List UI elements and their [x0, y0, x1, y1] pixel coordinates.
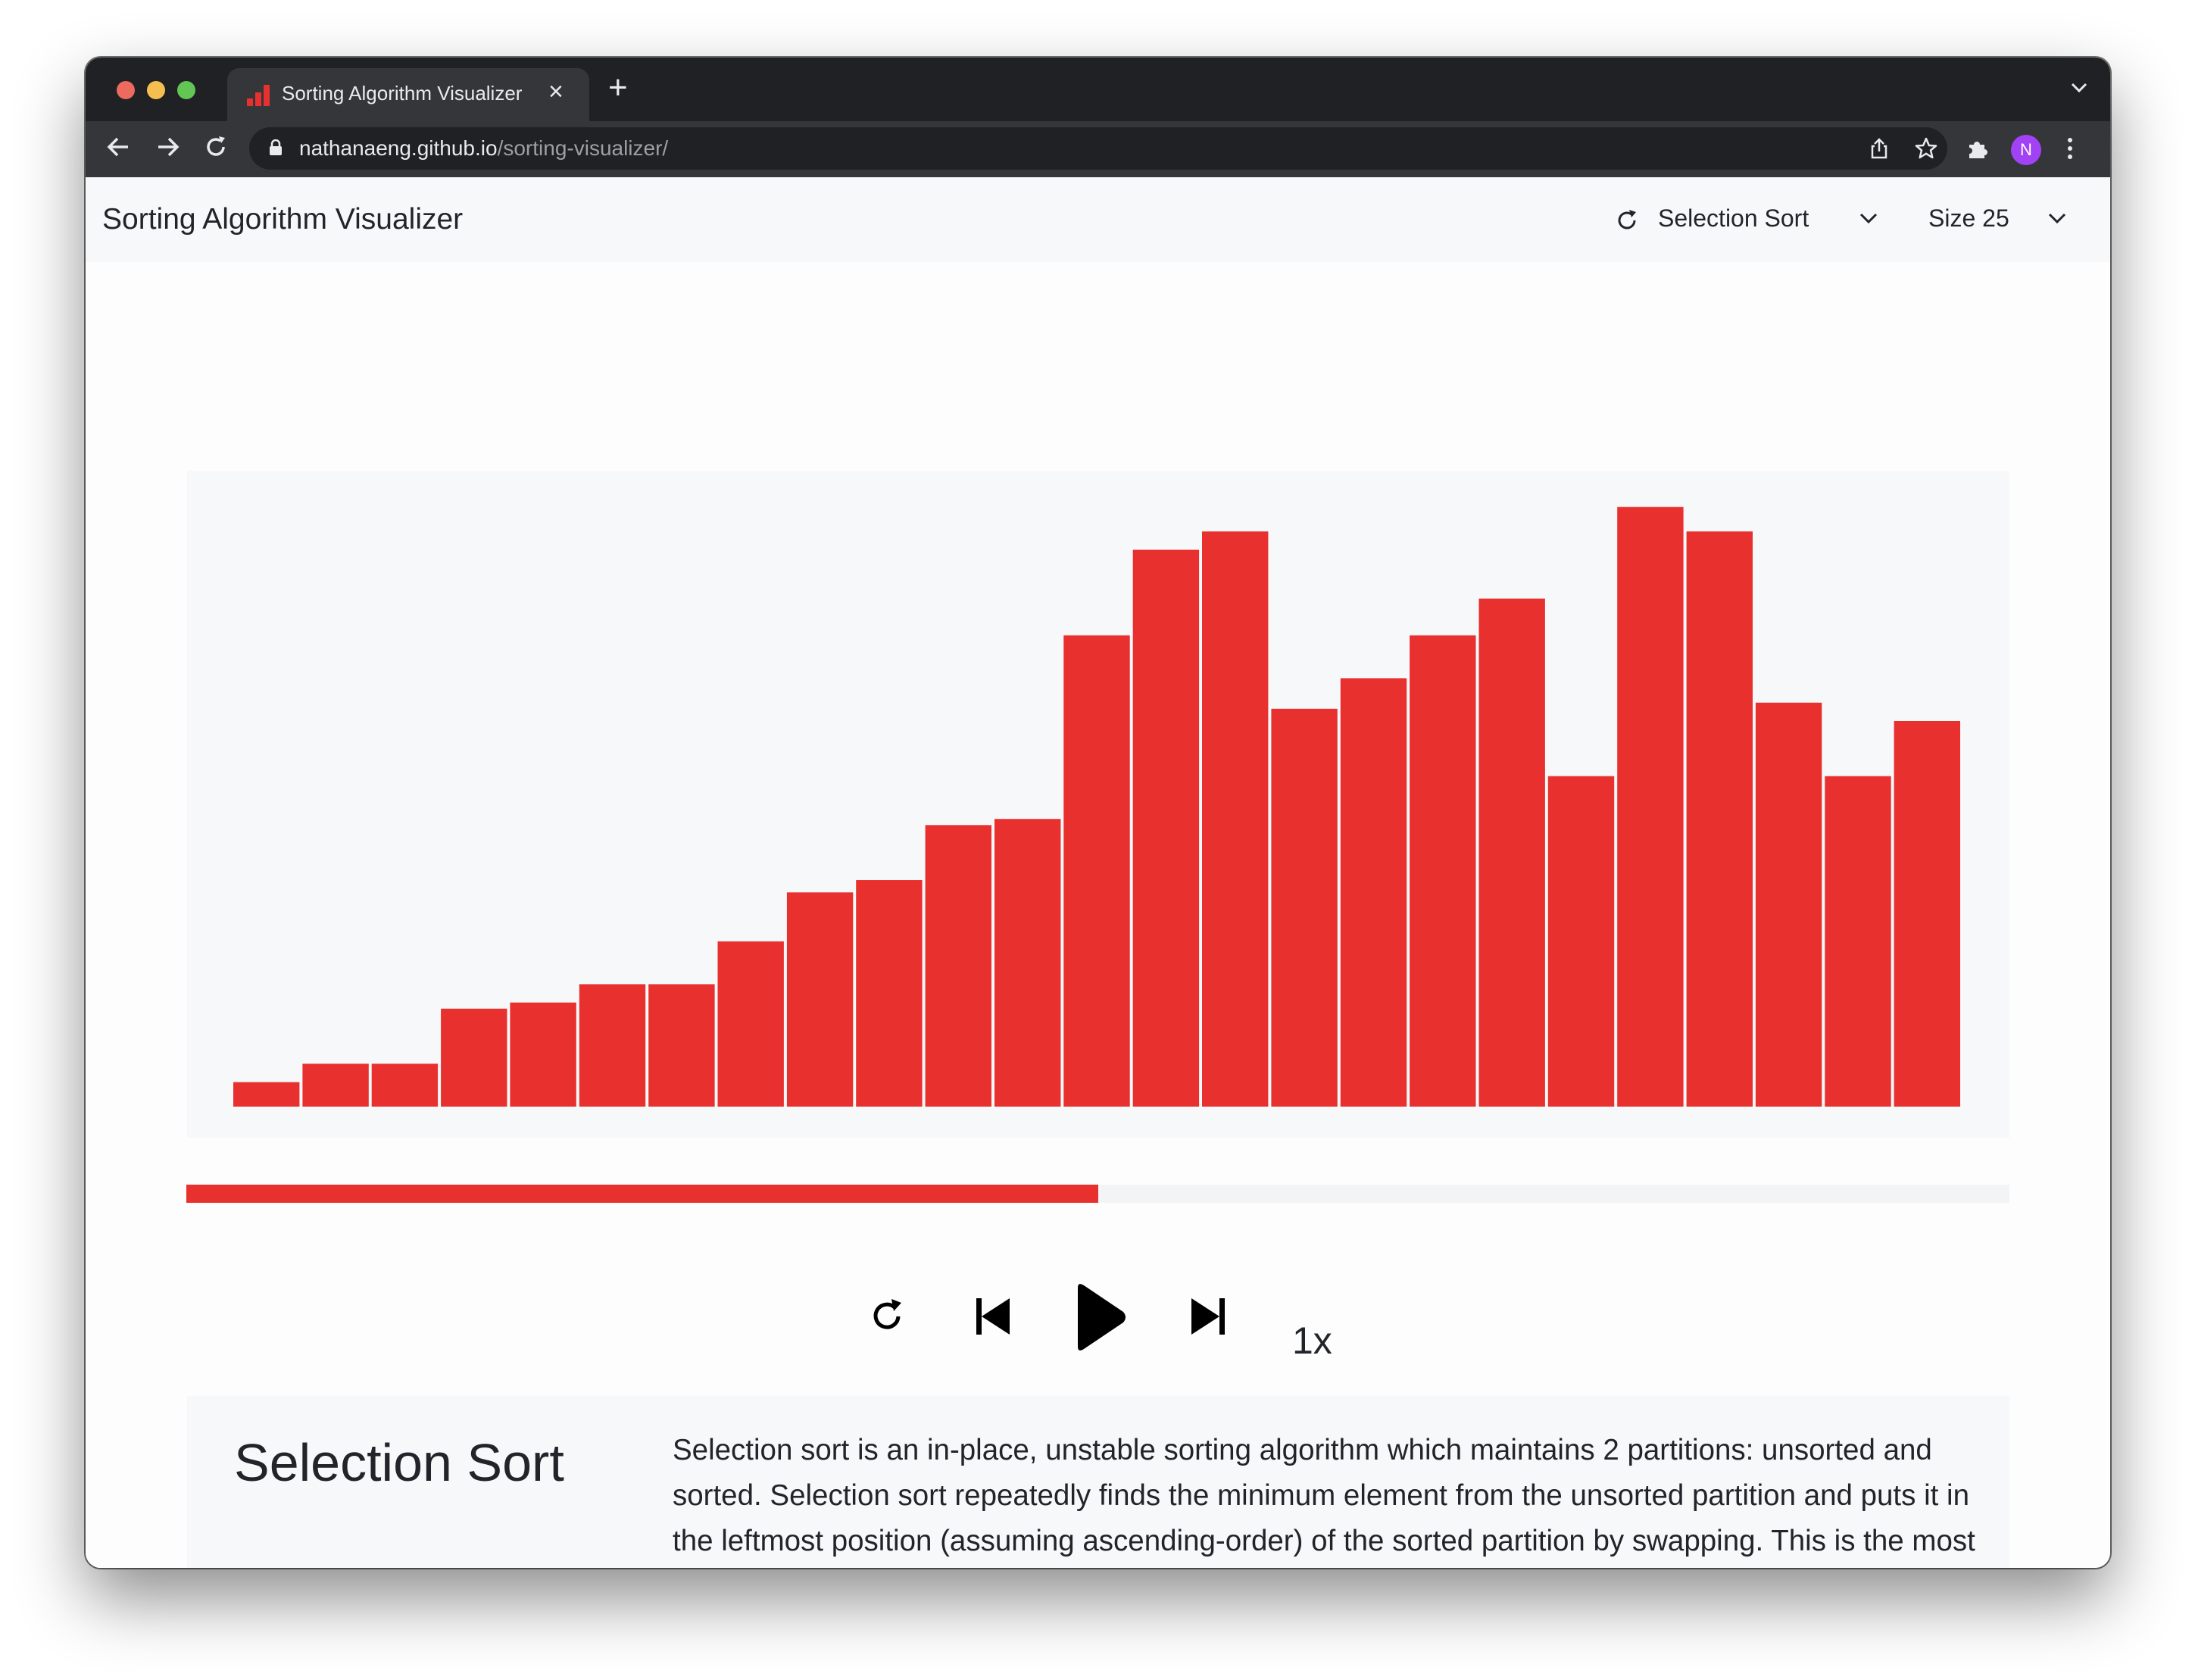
array-bar — [441, 1008, 507, 1107]
chart-canvas — [233, 507, 1960, 1107]
playback-speed-button[interactable]: 1x — [1292, 1319, 1332, 1363]
url-path: /sorting-visualizer/ — [497, 136, 669, 160]
browser-tab[interactable]: Sorting Algorithm Visualizer × — [227, 68, 589, 121]
algorithm-select-value: Selection Sort — [1658, 205, 1809, 232]
array-bar-chart — [187, 471, 2009, 1138]
app-navbar: Sorting Algorithm Visualizer Selection S… — [86, 177, 2110, 262]
new-tab-icon[interactable]: + — [608, 71, 628, 105]
url-text: nathanaeng.github.io/sorting-visualizer/ — [299, 136, 668, 161]
array-bar — [925, 825, 991, 1107]
array-bar — [1132, 549, 1200, 1107]
algorithm-info-panel: Selection Sort Selection sort is an in-p… — [187, 1396, 2009, 1568]
array-bar — [648, 984, 715, 1107]
browser-menu-icon[interactable] — [2064, 136, 2076, 161]
array-bar — [510, 1002, 576, 1107]
reload-icon[interactable] — [201, 132, 231, 162]
array-bar — [717, 941, 784, 1107]
bookmark-star-icon[interactable] — [1914, 136, 1938, 161]
array-bar — [233, 1082, 300, 1107]
browser-window: Sorting Algorithm Visualizer × + nathana… — [86, 58, 2110, 1568]
browser-toolbar: nathanaeng.github.io/sorting-visualizer/… — [86, 121, 2110, 177]
forward-arrow-icon[interactable] — [152, 132, 183, 162]
progress-fill — [186, 1185, 1098, 1203]
tab-search-chevron-icon[interactable] — [2069, 80, 2089, 95]
array-bar — [1825, 776, 1891, 1107]
page-content: Sorting Algorithm Visualizer Selection S… — [86, 177, 2110, 1568]
minimize-window-button[interactable] — [147, 81, 165, 99]
array-bar — [994, 819, 1061, 1107]
url-host: nathanaeng.github.io — [299, 136, 498, 160]
array-bar — [1547, 776, 1615, 1107]
array-bar — [1063, 635, 1130, 1107]
array-bar — [579, 984, 646, 1107]
step-back-icon[interactable] — [972, 1295, 1017, 1338]
array-bar — [1271, 708, 1338, 1107]
close-window-button[interactable] — [117, 81, 135, 99]
play-icon[interactable] — [1070, 1283, 1131, 1351]
progress-bar[interactable] — [186, 1185, 2009, 1203]
close-tab-icon[interactable]: × — [548, 79, 564, 105]
back-arrow-icon[interactable] — [104, 132, 134, 162]
array-bar — [1894, 721, 1960, 1107]
reset-icon[interactable] — [866, 1295, 909, 1338]
algorithm-info-description: Selection sort is an in-place, unstable … — [673, 1434, 1975, 1557]
array-bar — [786, 892, 854, 1107]
tab-strip: Sorting Algorithm Visualizer × + — [86, 58, 2110, 121]
address-bar[interactable]: nathanaeng.github.io/sorting-visualizer/ — [249, 127, 1947, 170]
extensions-puzzle-icon[interactable] — [1966, 136, 1990, 161]
regenerate-array-icon[interactable] — [1614, 208, 1640, 233]
array-bar — [371, 1063, 439, 1107]
algorithm-select[interactable]: Selection Sort — [1658, 200, 1900, 241]
desktop-background: Sorting Algorithm Visualizer × + nathana… — [0, 0, 2195, 1680]
site-title[interactable]: Sorting Algorithm Visualizer — [102, 203, 463, 236]
array-bar — [1478, 598, 1545, 1107]
chevron-down-icon — [1859, 213, 1878, 224]
profile-avatar[interactable]: N — [2011, 135, 2041, 165]
maximize-window-button[interactable] — [177, 81, 195, 99]
array-bar — [1755, 702, 1822, 1107]
tab-title: Sorting Algorithm Visualizer — [282, 82, 523, 105]
array-bar — [1686, 531, 1753, 1107]
array-bar — [1617, 507, 1684, 1107]
array-bar — [1410, 635, 1476, 1107]
array-bar — [856, 880, 923, 1107]
lock-icon — [270, 139, 282, 155]
chevron-down-icon — [2048, 213, 2066, 224]
array-bar — [1202, 531, 1269, 1107]
array-bar — [1340, 678, 1407, 1107]
bar-chart-favicon-icon — [247, 85, 270, 106]
array-bar — [302, 1063, 369, 1107]
step-forward-icon[interactable] — [1184, 1295, 1229, 1338]
share-icon[interactable] — [1867, 136, 1891, 161]
array-size-select[interactable]: Size 25 — [1928, 200, 2072, 241]
algorithm-info-title: Selection Sort — [234, 1433, 564, 1492]
array-size-select-value: Size 25 — [1928, 205, 2009, 232]
